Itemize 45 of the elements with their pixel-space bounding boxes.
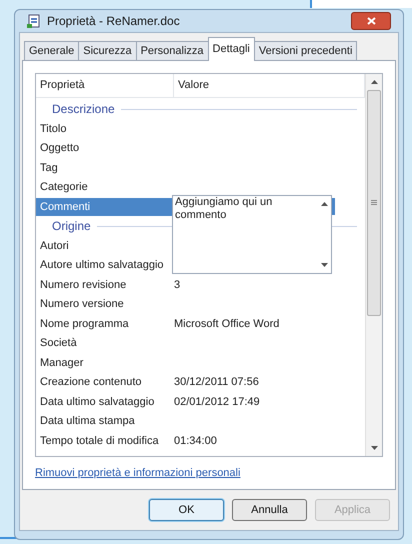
scroll-down-icon: [320, 263, 328, 267]
window-title: Proprietà - ReNamer.doc: [47, 12, 181, 30]
property-name[interactable]: Numero revisione: [36, 276, 172, 294]
tab[interactable]: Dettagli: [208, 36, 255, 60]
comment-text: Aggiungiamo qui un commento: [174, 196, 274, 223]
property-name[interactable]: Data ultima stampa: [36, 412, 172, 430]
property-name[interactable]: Numero versione: [36, 295, 172, 314]
property-value: 30/12/2011 07:56: [174, 375, 259, 390]
property-name[interactable]: Tempo totale di modifica: [36, 432, 172, 450]
tab[interactable]: Versioni precedenti: [254, 40, 358, 60]
scroll-up-icon: [370, 80, 378, 84]
property-name[interactable]: Nome programma: [36, 314, 172, 333]
property-name[interactable]: Manager: [36, 354, 172, 372]
scroll-down-icon: [370, 446, 378, 450]
property-value: 01:34:00: [174, 434, 217, 448]
property-value: 3: [174, 278, 180, 292]
close-button[interactable]: [351, 12, 391, 30]
scrollbar[interactable]: [365, 74, 382, 456]
property-name[interactable]: Autori: [36, 236, 172, 255]
property-name[interactable]: Categorie: [36, 178, 172, 196]
property-name[interactable]: Data ultimo salvataggio: [36, 392, 172, 411]
tab[interactable]: Personalizza: [136, 40, 209, 60]
document-icon: [27, 14, 41, 28]
grip-icon: [371, 200, 377, 205]
scroll-thumb[interactable]: [367, 90, 381, 316]
close-icon: [366, 16, 376, 25]
tab[interactable]: Sicurezza: [78, 40, 137, 60]
group-header: Origine: [52, 218, 91, 236]
property-name[interactable]: Autore ultimo salvataggio: [36, 256, 172, 274]
dialog-button[interactable]: OK: [149, 499, 224, 521]
tab[interactable]: Generale: [24, 40, 80, 60]
remove-properties-link[interactable]: Rimuovi proprietà e informazioni personali: [35, 464, 383, 481]
property-name[interactable]: Oggetto: [36, 139, 172, 158]
property-name[interactable]: Creazione contenuto: [36, 373, 172, 392]
dialog-button[interactable]: Annulla: [232, 499, 307, 521]
property-name[interactable]: Società: [36, 334, 172, 352]
property-value: Microsoft Office Word: [174, 316, 280, 332]
property-name[interactable]: Commenti: [36, 198, 172, 216]
property-name[interactable]: Tag: [36, 158, 172, 177]
column-header[interactable]: Proprietà: [36, 74, 174, 96]
group-header: Descrizione: [52, 101, 115, 118]
scroll-up-icon: [320, 202, 328, 206]
property-name[interactable]: Titolo: [36, 120, 172, 138]
comment-editor[interactable]: Aggiungiamo qui un commento: [172, 195, 332, 274]
property-value: 02/01/2012 17:49: [174, 394, 260, 410]
